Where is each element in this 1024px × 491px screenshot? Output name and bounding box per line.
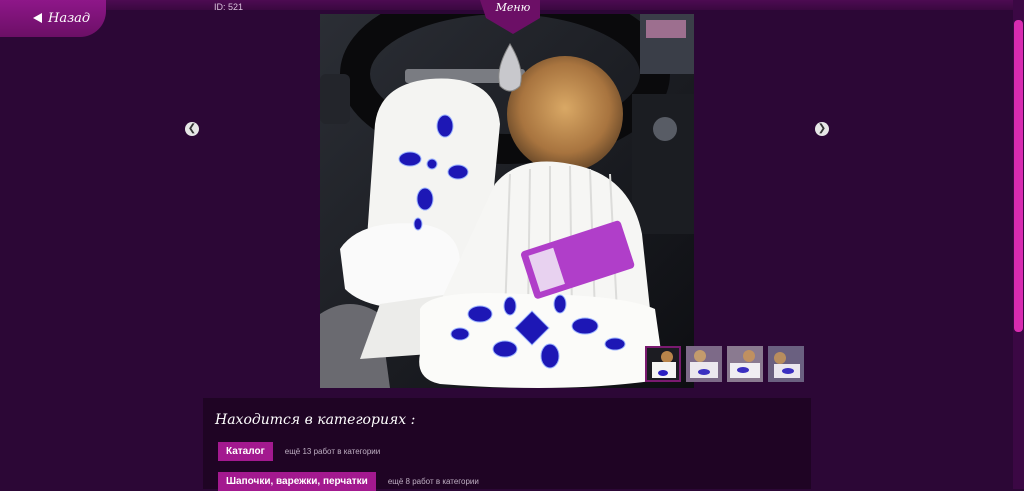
category-count: ещё 8 работ в категории	[387, 477, 479, 486]
back-button[interactable]: Назад	[0, 0, 106, 37]
category-button-hats[interactable]: Шапочки, варежки, перчатки	[218, 472, 376, 491]
back-arrow-icon	[33, 13, 42, 23]
chevron-right-icon: ❯	[817, 123, 827, 134]
thumbnail-strip	[645, 346, 804, 382]
thumbnail[interactable]	[686, 346, 722, 382]
menu-button[interactable]: Меню	[480, 0, 540, 34]
thumbnail[interactable]	[727, 346, 763, 382]
category-button-catalog[interactable]: Каталог	[218, 442, 273, 461]
prev-image-button[interactable]: ❮	[185, 122, 199, 136]
item-id: ID: 521	[214, 2, 244, 12]
main-photo	[320, 14, 694, 388]
thumbnail[interactable]	[768, 346, 804, 382]
next-image-button[interactable]: ❯	[815, 122, 829, 136]
category-row: Каталог ещё 13 работ в категории	[218, 442, 380, 461]
back-button-label: Назад	[48, 11, 91, 26]
thumbnail[interactable]	[645, 346, 681, 382]
chevron-left-icon: ❮	[187, 123, 197, 134]
page-scrollbar[interactable]	[1013, 0, 1024, 489]
category-row: Шапочки, варежки, перчатки ещё 8 работ в…	[218, 472, 479, 491]
categories-title: Находится в категориях :	[215, 412, 416, 428]
category-count: ещё 13 работ в категории	[284, 447, 381, 456]
categories-panel: Находится в категориях : Каталог ещё 13 …	[203, 398, 811, 491]
scrollbar-thumb[interactable]	[1014, 20, 1023, 332]
menu-button-label: Меню	[495, 1, 531, 14]
hat-and-mittens-image	[320, 14, 694, 388]
